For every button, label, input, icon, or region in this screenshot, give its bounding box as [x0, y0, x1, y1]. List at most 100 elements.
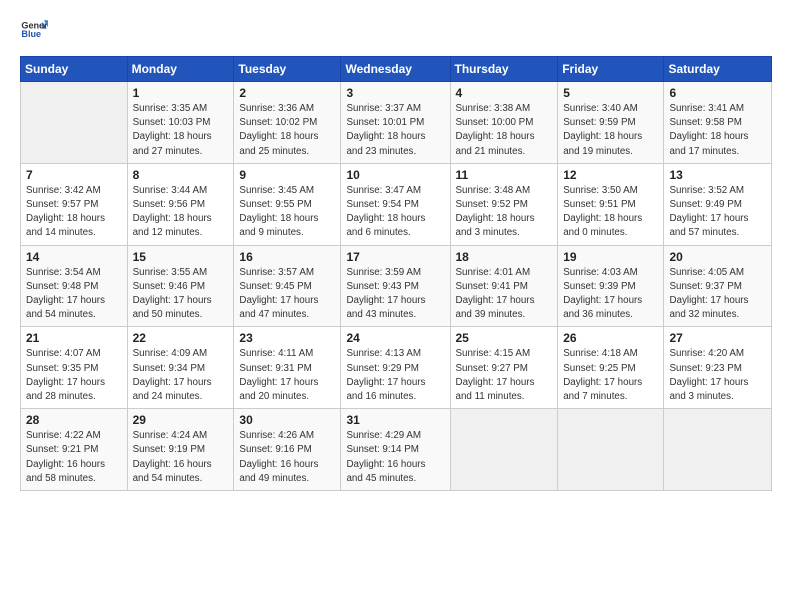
day-cell: 25 Sunrise: 4:15 AM Sunset: 9:27 PM Dayli…	[450, 327, 558, 409]
day-number: 12	[563, 168, 658, 182]
day-cell: 16 Sunrise: 3:57 AM Sunset: 9:45 PM Dayli…	[234, 245, 341, 327]
week-row-2: 7 Sunrise: 3:42 AM Sunset: 9:57 PM Daylig…	[21, 163, 772, 245]
day-info: Sunrise: 3:48 AM Sunset: 9:52 PM Dayligh…	[456, 184, 553, 241]
day-info: Sunrise: 4:29 AM Sunset: 9:14 PM Dayligh…	[346, 429, 444, 486]
day-cell: 13 Sunrise: 3:52 AM Sunset: 9:49 PM Dayli…	[664, 163, 772, 245]
week-row-5: 28 Sunrise: 4:22 AM Sunset: 9:21 PM Dayli…	[21, 409, 772, 491]
day-number: 10	[346, 168, 444, 182]
day-number: 28	[26, 413, 122, 427]
day-number: 1	[133, 86, 229, 100]
day-number: 13	[669, 168, 766, 182]
day-info: Sunrise: 3:35 AM Sunset: 10:03 PM Daylig…	[133, 102, 229, 159]
day-info: Sunrise: 3:38 AM Sunset: 10:00 PM Daylig…	[456, 102, 553, 159]
day-cell: 14 Sunrise: 3:54 AM Sunset: 9:48 PM Dayli…	[21, 245, 128, 327]
day-cell: 26Sunrise: 4:18 AM Sunset: 9:25 PM Dayli…	[558, 327, 664, 409]
weekday-header-saturday: Saturday	[664, 57, 772, 82]
weekday-header-thursday: Thursday	[450, 57, 558, 82]
day-cell: 31 Sunrise: 4:29 AM Sunset: 9:14 PM Dayli…	[341, 409, 450, 491]
day-cell: 3 Sunrise: 3:37 AM Sunset: 10:01 PM Dayli…	[341, 82, 450, 164]
day-cell: 4 Sunrise: 3:38 AM Sunset: 10:00 PM Dayli…	[450, 82, 558, 164]
day-cell: 21 Sunrise: 4:07 AM Sunset: 9:35 PM Dayli…	[21, 327, 128, 409]
day-number: 23	[239, 331, 335, 345]
day-cell: 27Sunrise: 4:20 AM Sunset: 9:23 PM Dayli…	[664, 327, 772, 409]
day-number: 31	[346, 413, 444, 427]
day-info: Sunrise: 4:07 AM Sunset: 9:35 PM Dayligh…	[26, 347, 122, 404]
day-info: Sunrise: 3:41 AM Sunset: 9:58 PM Dayligh…	[669, 102, 766, 159]
day-info: Sunrise: 3:50 AM Sunset: 9:51 PM Dayligh…	[563, 184, 658, 241]
day-number: 14	[26, 250, 122, 264]
day-cell: 20 Sunrise: 4:05 AM Sunset: 9:37 PM Dayli…	[664, 245, 772, 327]
day-info: Sunrise: 3:52 AM Sunset: 9:49 PM Dayligh…	[669, 184, 766, 241]
day-info: Sunrise: 3:45 AM Sunset: 9:55 PM Dayligh…	[239, 184, 335, 241]
day-number: 4	[456, 86, 553, 100]
calendar: SundayMondayTuesdayWednesdayThursdayFrid…	[20, 56, 772, 491]
day-number: 22	[133, 331, 229, 345]
header: General Blue	[20, 16, 772, 44]
day-info: Sunrise: 4:22 AM Sunset: 9:21 PM Dayligh…	[26, 429, 122, 486]
day-number: 20	[669, 250, 766, 264]
day-cell: 7 Sunrise: 3:42 AM Sunset: 9:57 PM Daylig…	[21, 163, 128, 245]
weekday-header-wednesday: Wednesday	[341, 57, 450, 82]
day-cell: 28 Sunrise: 4:22 AM Sunset: 9:21 PM Dayli…	[21, 409, 128, 491]
day-number: 26	[563, 331, 658, 345]
weekday-header-row: SundayMondayTuesdayWednesdayThursdayFrid…	[21, 57, 772, 82]
day-info: Sunrise: 4:03 AM Sunset: 9:39 PM Dayligh…	[563, 266, 658, 323]
day-cell: 15Sunrise: 3:55 AM Sunset: 9:46 PM Dayli…	[127, 245, 234, 327]
day-info: Sunrise: 4:11 AM Sunset: 9:31 PM Dayligh…	[239, 347, 335, 404]
week-row-3: 14 Sunrise: 3:54 AM Sunset: 9:48 PM Dayli…	[21, 245, 772, 327]
day-number: 5	[563, 86, 658, 100]
day-number: 17	[346, 250, 444, 264]
day-number: 9	[239, 168, 335, 182]
weekday-header-friday: Friday	[558, 57, 664, 82]
day-info: Sunrise: 3:42 AM Sunset: 9:57 PM Dayligh…	[26, 184, 122, 241]
day-number: 16	[239, 250, 335, 264]
day-cell: 23 Sunrise: 4:11 AM Sunset: 9:31 PM Dayli…	[234, 327, 341, 409]
day-cell: 24 Sunrise: 4:13 AM Sunset: 9:29 PM Dayli…	[341, 327, 450, 409]
day-info: Sunrise: 3:57 AM Sunset: 9:45 PM Dayligh…	[239, 266, 335, 323]
day-cell: 9 Sunrise: 3:45 AM Sunset: 9:55 PM Daylig…	[234, 163, 341, 245]
day-info: Sunrise: 3:37 AM Sunset: 10:01 PM Daylig…	[346, 102, 444, 159]
weekday-header-monday: Monday	[127, 57, 234, 82]
day-number: 27	[669, 331, 766, 345]
day-info: Sunrise: 4:13 AM Sunset: 9:29 PM Dayligh…	[346, 347, 444, 404]
day-info: Sunrise: 3:47 AM Sunset: 9:54 PM Dayligh…	[346, 184, 444, 241]
day-number: 7	[26, 168, 122, 182]
day-info: Sunrise: 3:44 AM Sunset: 9:56 PM Dayligh…	[133, 184, 229, 241]
svg-text:Blue: Blue	[21, 29, 41, 39]
day-info: Sunrise: 4:24 AM Sunset: 9:19 PM Dayligh…	[133, 429, 229, 486]
day-cell	[21, 82, 128, 164]
day-number: 11	[456, 168, 553, 182]
day-cell: 18 Sunrise: 4:01 AM Sunset: 9:41 PM Dayli…	[450, 245, 558, 327]
logo-icon: General Blue	[20, 16, 48, 44]
week-row-4: 21 Sunrise: 4:07 AM Sunset: 9:35 PM Dayli…	[21, 327, 772, 409]
day-info: Sunrise: 4:26 AM Sunset: 9:16 PM Dayligh…	[239, 429, 335, 486]
day-info: Sunrise: 3:36 AM Sunset: 10:02 PM Daylig…	[239, 102, 335, 159]
weekday-header-tuesday: Tuesday	[234, 57, 341, 82]
day-number: 15	[133, 250, 229, 264]
day-number: 25	[456, 331, 553, 345]
day-info: Sunrise: 4:15 AM Sunset: 9:27 PM Dayligh…	[456, 347, 553, 404]
day-cell	[450, 409, 558, 491]
day-cell	[558, 409, 664, 491]
day-cell: 22Sunrise: 4:09 AM Sunset: 9:34 PM Dayli…	[127, 327, 234, 409]
day-cell: 1 Sunrise: 3:35 AM Sunset: 10:03 PM Dayli…	[127, 82, 234, 164]
day-number: 3	[346, 86, 444, 100]
day-cell: 6 Sunrise: 3:41 AM Sunset: 9:58 PM Daylig…	[664, 82, 772, 164]
day-number: 24	[346, 331, 444, 345]
day-number: 18	[456, 250, 553, 264]
day-number: 29	[133, 413, 229, 427]
day-cell	[664, 409, 772, 491]
day-info: Sunrise: 4:01 AM Sunset: 9:41 PM Dayligh…	[456, 266, 553, 323]
logo: General Blue	[20, 16, 48, 44]
day-cell: 12 Sunrise: 3:50 AM Sunset: 9:51 PM Dayli…	[558, 163, 664, 245]
page: General Blue SundayMondayTuesdayWednesda…	[0, 0, 792, 612]
day-cell: 8 Sunrise: 3:44 AM Sunset: 9:56 PM Daylig…	[127, 163, 234, 245]
day-number: 2	[239, 86, 335, 100]
day-number: 19	[563, 250, 658, 264]
day-number: 8	[133, 168, 229, 182]
day-info: Sunrise: 4:05 AM Sunset: 9:37 PM Dayligh…	[669, 266, 766, 323]
day-cell: 30Sunrise: 4:26 AM Sunset: 9:16 PM Dayli…	[234, 409, 341, 491]
day-number: 21	[26, 331, 122, 345]
day-info: Sunrise: 3:54 AM Sunset: 9:48 PM Dayligh…	[26, 266, 122, 323]
day-number: 6	[669, 86, 766, 100]
